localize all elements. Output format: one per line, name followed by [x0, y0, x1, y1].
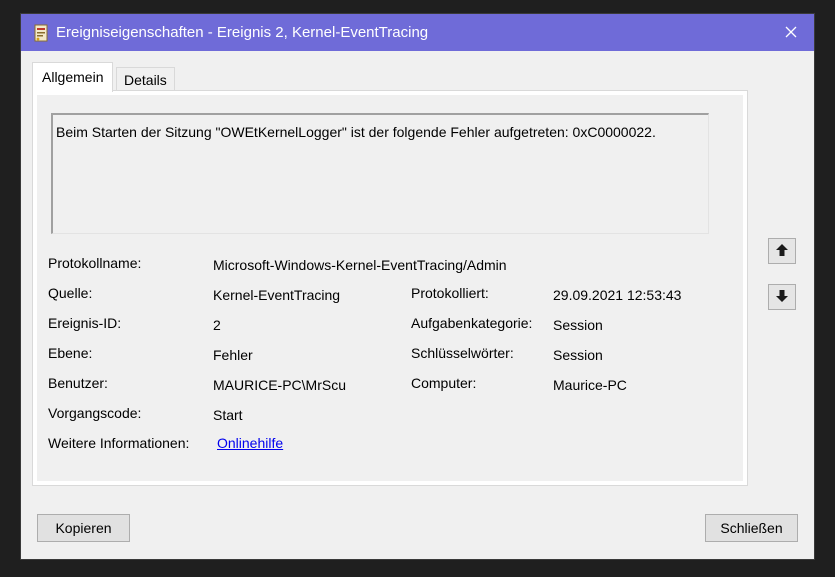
value-protokollname[interactable]: Microsoft-Windows-Kernel-EventTracing/Ad… — [213, 257, 507, 273]
label-computer: Computer: — [411, 375, 477, 391]
label-protokolliert: Protokolliert: — [411, 285, 489, 301]
label-ebene: Ebene: — [48, 345, 93, 361]
value-schluesselwoerter[interactable]: Session — [553, 347, 603, 363]
value-computer[interactable]: Maurice-PC — [553, 377, 627, 393]
onlinehilfe-link[interactable]: Onlinehilfe — [217, 435, 283, 451]
value-quelle[interactable]: Kernel-EventTracing — [213, 287, 340, 303]
event-message-box[interactable]: Beim Starten der Sitzung "OWEtKernelLogg… — [51, 113, 709, 234]
next-event-button[interactable] — [768, 284, 796, 310]
label-schluesselwoerter: Schlüsselwörter: — [411, 345, 514, 361]
general-panel: Beim Starten der Sitzung "OWEtKernelLogg… — [37, 95, 743, 481]
arrow-down-icon — [775, 289, 789, 306]
value-ebene[interactable]: Fehler — [213, 347, 253, 363]
close-window-button[interactable] — [768, 14, 814, 51]
label-ereignis-id: Ereignis-ID: — [48, 315, 122, 331]
value-vorgangscode[interactable]: Start — [213, 407, 243, 423]
label-aufgabenkategorie: Aufgabenkategorie: — [411, 315, 533, 331]
arrow-up-icon — [775, 243, 789, 260]
tab-details[interactable]: Details — [116, 67, 175, 91]
tab-allgemein[interactable]: Allgemein — [32, 62, 114, 92]
event-properties-window: Ereigniseigenschaften - Ereignis 2, Kern… — [21, 14, 814, 559]
label-quelle: Quelle: — [48, 285, 93, 301]
value-benutzer[interactable]: MAURICE-PC\MrScu — [213, 377, 346, 393]
value-aufgabenkategorie[interactable]: Session — [553, 317, 603, 333]
value-protokolliert[interactable]: 29.09.2021 12:53:43 — [553, 287, 681, 303]
event-viewer-icon — [34, 24, 48, 42]
tab-panel-allgemein: Beim Starten der Sitzung "OWEtKernelLogg… — [32, 90, 748, 486]
event-message: Beim Starten der Sitzung "OWEtKernelLogg… — [56, 124, 656, 140]
close-icon — [785, 25, 797, 41]
label-protokollname: Protokollname: — [48, 255, 142, 271]
copy-button[interactable]: Kopieren — [37, 514, 130, 542]
title-bar[interactable]: Ereigniseigenschaften - Ereignis 2, Kern… — [21, 14, 814, 51]
label-vorgangscode: Vorgangscode: — [48, 405, 142, 421]
previous-event-button[interactable] — [768, 238, 796, 264]
close-button[interactable]: Schließen — [705, 514, 798, 542]
value-ereignis-id[interactable]: 2 — [213, 317, 221, 333]
label-weitere-informationen: Weitere Informationen: — [48, 435, 190, 451]
window-title: Ereigniseigenschaften - Ereignis 2, Kern… — [56, 24, 429, 41]
label-benutzer: Benutzer: — [48, 375, 108, 391]
